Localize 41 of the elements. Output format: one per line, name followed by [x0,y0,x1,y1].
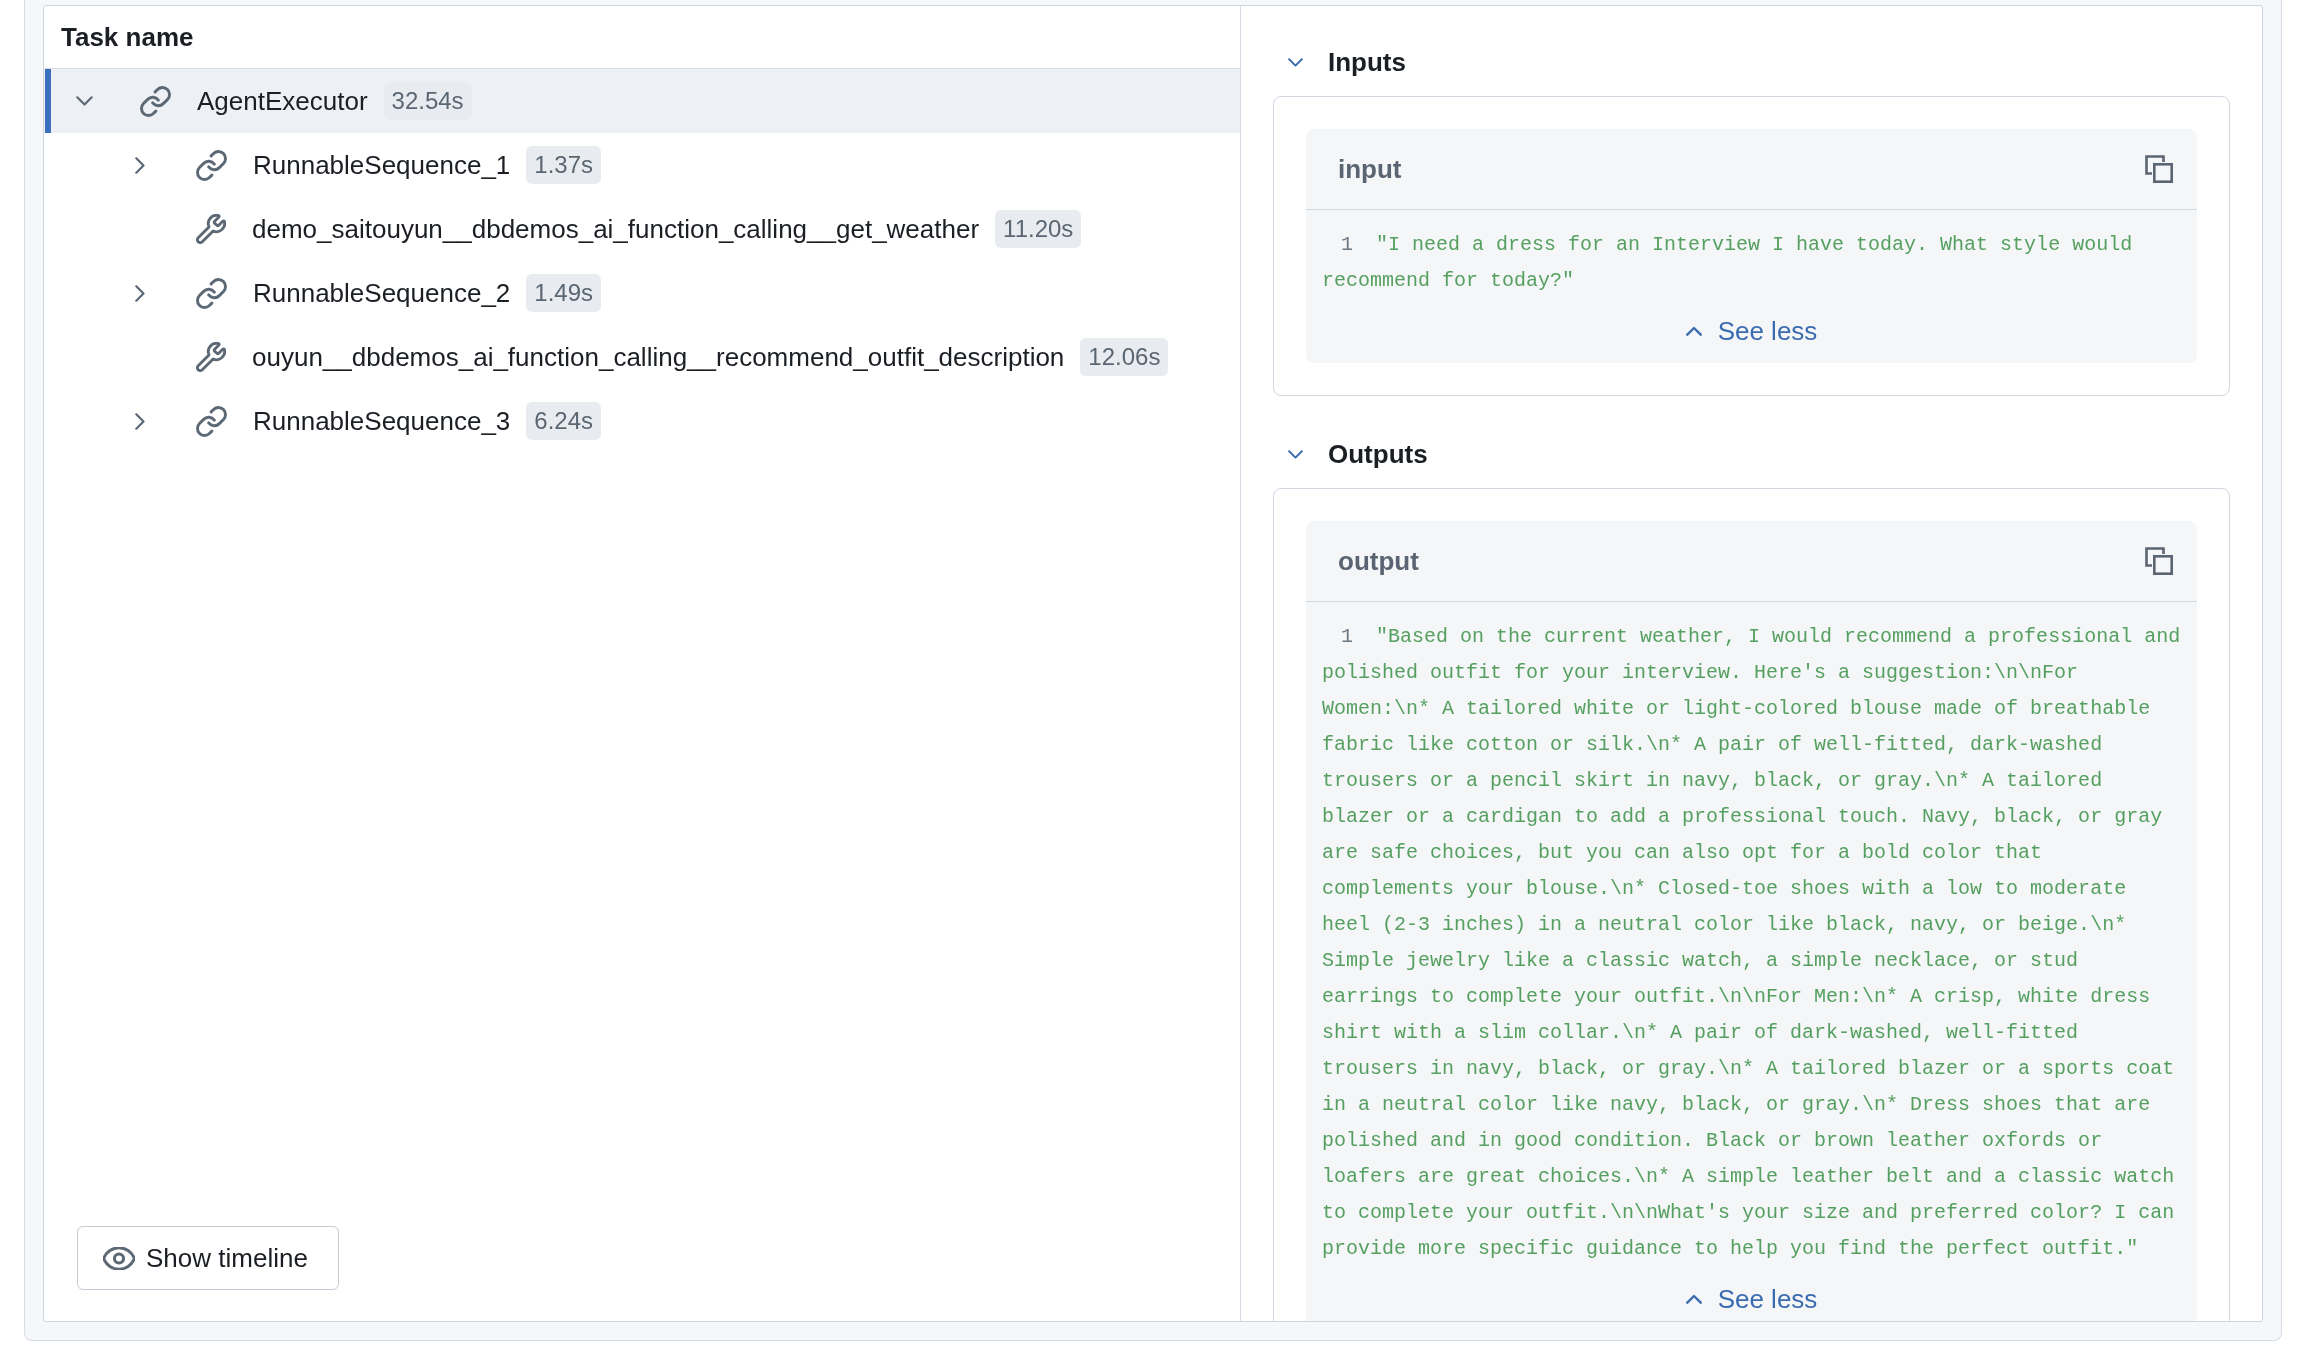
see-less-button[interactable]: See less [1685,1281,1818,1317]
chevron-down-icon[interactable] [1287,449,1303,459]
link-icon [196,405,227,437]
link-icon [196,277,227,309]
task-name: RunnableSequence_1 [253,148,511,182]
chevron-right-icon[interactable] [135,412,145,430]
field-name: input [1338,152,1402,186]
duration-badge: 6.24s [526,402,602,440]
duration-badge: 11.20s [995,210,1082,248]
field-name: output [1338,544,1419,578]
chevron-up-icon [1685,1294,1702,1304]
task-name: RunnableSequence_3 [253,404,511,438]
wrench-icon [196,214,226,244]
selection-bar [45,69,51,133]
section-title: Inputs [1328,45,1406,79]
wrench-icon [196,342,226,372]
duration-badge: 32.54s [383,82,472,120]
link-icon [196,149,227,181]
chevron-right-icon[interactable] [135,284,145,302]
task-name: RunnableSequence_2 [253,276,511,310]
task-name: AgentExecutor [197,84,368,118]
see-less-button[interactable]: See less [1685,313,1818,349]
duration-badge: 1.49s [526,274,602,312]
chevron-right-icon[interactable] [135,156,145,174]
chevron-down-icon[interactable] [75,96,93,106]
task-name: demo_saitouyun__dbdemos_ai_function_calling__get_weather [252,212,980,246]
show-timeline-button[interactable]: Show timeline [77,1226,339,1290]
link-icon [140,85,171,117]
column-header: Task name [61,20,194,54]
duration-badge: 1.37s [526,146,602,184]
copy-icon[interactable] [2145,547,2173,575]
code-line: 1 "Based on the current weather, I would recommend a professional and polished outfit for your interview. Here's a suggestion:\n\nFor Women:\n* A tailored white or light-colored blouse made of breathable fabric like cotton or silk.\n* A pair of well-fitted, dark-washed trousers or a pencil skirt in navy, black, or gray.\n* A tailored blazer or a cardigan to add a professional touch. Navy, black, or gray are safe choices, but you can also opt for a bold color that complements your blouse.\n* Closed-toe shoes with a low to moderate heel (2-3 inches) in a neutral color like black, navy, or beige.\n* Simple jewelry like a classic watch, a simple necklace, or stud earrings to complete your outfit.\n\nFor Men:\n* A crisp, white dress shirt with a slim collar.\n* A pair of dark-washed, well-fitted trousers in navy, black, or gray.\n* A tailored blazer or a sports coat in a neutral color like navy, black, or gray.\n* Dress shoes that are polished and in good condition. Black or brown leather oxfords or loafers are great choices.\n* A simple leather belt and a classic watch to complete your outfit.\n\nWhat's your size and preferred color? I can provide more specific guidance to help you find the perfect outfit." [1322,624,2182,1262]
eye-icon [103,1246,135,1270]
chevron-up-icon [1685,326,1702,336]
section-title: Outputs [1328,437,1428,471]
task-name: ouyun__dbdemos_ai_function_calling__recommend_outfit_description [252,340,1065,374]
code-line: 1 "I need a dress for an Interview I have today. What style would recommend for today?" [1322,232,2134,294]
copy-icon[interactable] [2145,155,2173,183]
duration-badge: 12.06s [1080,338,1169,376]
chevron-down-icon[interactable] [1287,57,1303,67]
tree-row[interactable]: AgentExecutor 32.54s [44,69,1240,133]
